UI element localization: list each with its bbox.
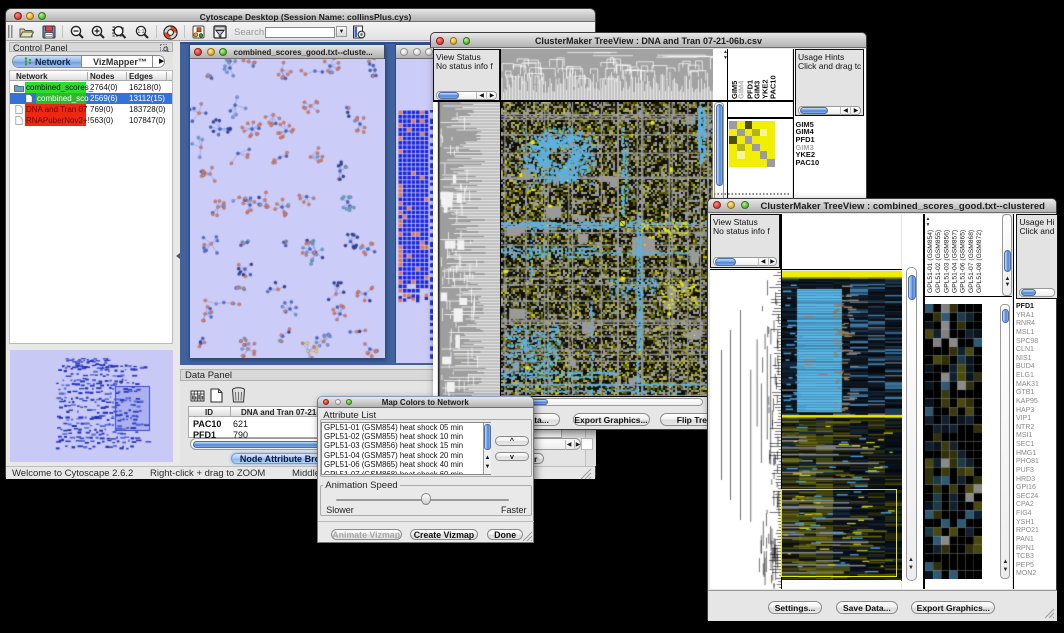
svg-text:PAC10: PAC10	[768, 75, 777, 99]
svg-text:GPL51-03 (GSM856): GPL51-03 (GSM856)	[944, 229, 951, 292]
svg-text:GPL51-07 (GSM868): GPL51-07 (GSM868)	[968, 229, 975, 292]
svg-text:1:1: 1:1	[138, 29, 145, 35]
svg-text:GPL51-06 (GSM865): GPL51-06 (GSM865)	[960, 229, 967, 292]
svg-text:GIM4: GIM4	[736, 79, 745, 98]
svg-text:GPL51-04 (GSM857): GPL51-04 (GSM857)	[952, 229, 959, 292]
svg-text:GPL51-08 (GSM872): GPL51-08 (GSM872)	[976, 229, 983, 292]
svg-text:GPL51-01 (GSM854): GPL51-01 (GSM854)	[927, 229, 934, 292]
svg-text:GPL51-02 (GSM855): GPL51-02 (GSM855)	[936, 229, 943, 292]
